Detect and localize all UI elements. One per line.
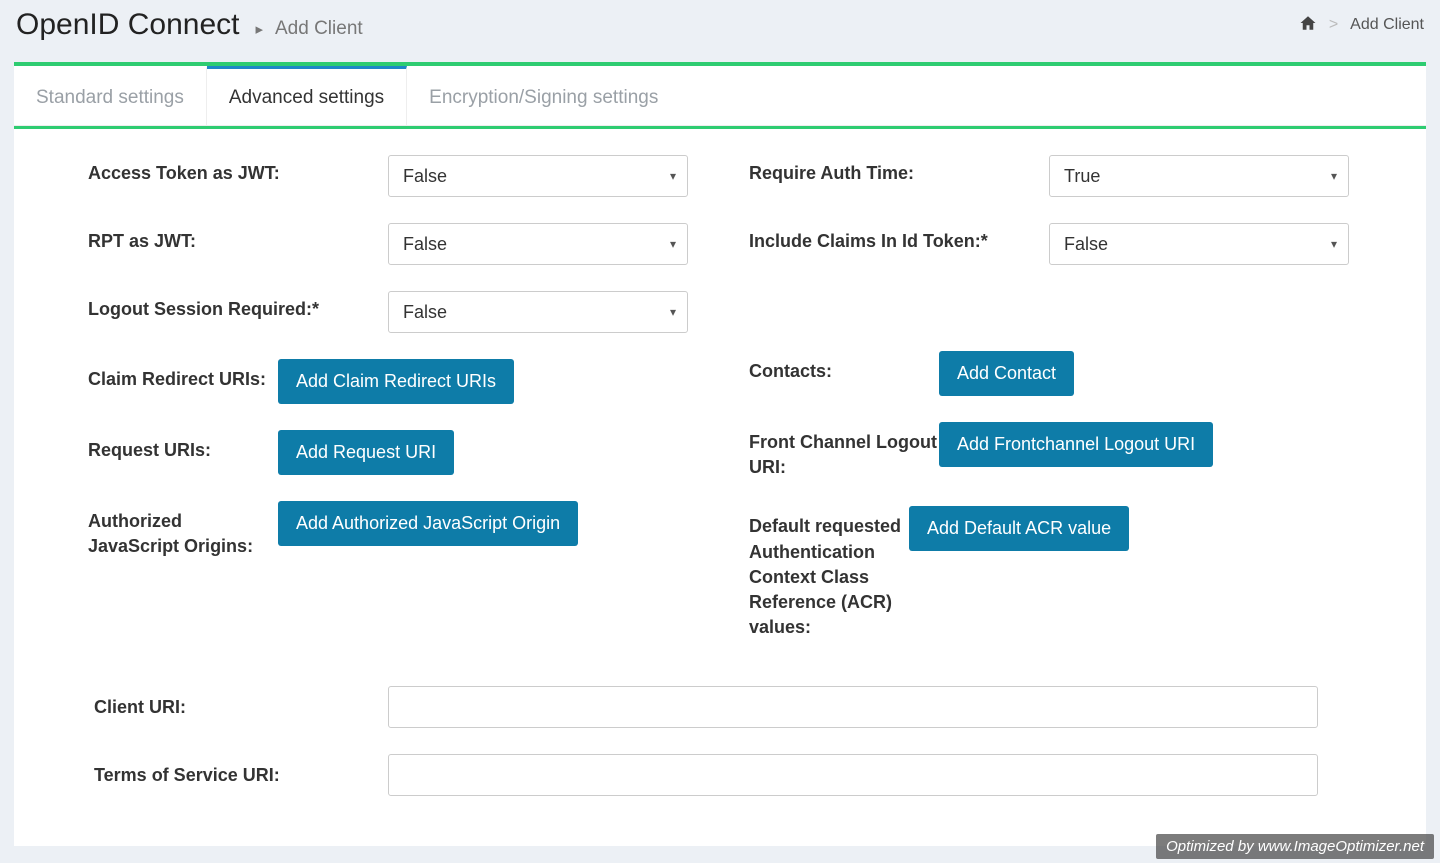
label-authorized-js: Authorized JavaScript Origins: (88, 501, 278, 559)
label-include-claims: Include Claims In Id Token:* (749, 223, 1049, 252)
add-default-acr-button[interactable]: Add Default ACR value (909, 506, 1129, 551)
label-logout-session: Logout Session Required:* (88, 291, 388, 320)
row-front-channel: Front Channel Logout URI: Add Frontchann… (749, 422, 1370, 480)
add-request-uri-button[interactable]: Add Request URI (278, 430, 454, 475)
watermark: Optimized by www.ImageOptimizer.net (1156, 834, 1434, 859)
input-client-uri[interactable] (388, 686, 1318, 728)
label-front-channel: Front Channel Logout URI: (749, 422, 939, 480)
row-tos-uri: Terms of Service URI: (88, 754, 1370, 796)
input-tos-uri[interactable] (388, 754, 1318, 796)
label-default-acr: Default requested Authentication Context… (749, 506, 909, 640)
row-request-uris: Request URIs: Add Request URI (88, 430, 709, 475)
columns: Access Token as JWT: False RPT as JWT: F… (88, 155, 1370, 666)
breadcrumb: > Add Client (1299, 14, 1424, 37)
add-frontchannel-logout-button[interactable]: Add Frontchannel Logout URI (939, 422, 1213, 467)
right-column: Require Auth Time: True Include Claims I… (749, 155, 1370, 666)
label-contacts: Contacts: (749, 351, 939, 384)
row-authorized-js: Authorized JavaScript Origins: Add Autho… (88, 501, 709, 559)
title-wrap: OpenID Connect ▸ Add Client (16, 8, 363, 42)
label-access-token-jwt: Access Token as JWT: (88, 155, 388, 184)
select-rpt-jwt[interactable]: False (388, 223, 688, 265)
select-require-auth-time[interactable]: True (1049, 155, 1349, 197)
page-subtitle: Add Client (275, 18, 363, 40)
label-rpt-jwt: RPT as JWT: (88, 223, 388, 252)
breadcrumb-current: Add Client (1350, 16, 1424, 34)
tab-standard[interactable]: Standard settings (14, 66, 207, 125)
row-access-token-jwt: Access Token as JWT: False (88, 155, 709, 197)
label-tos-uri: Terms of Service URI: (88, 765, 388, 786)
label-claim-redirect: Claim Redirect URIs: (88, 359, 278, 392)
label-require-auth-time: Require Auth Time: (749, 155, 1049, 184)
caret-icon: ▸ (255, 20, 263, 38)
row-include-claims: Include Claims In Id Token:* False (749, 223, 1370, 265)
select-include-claims[interactable]: False (1049, 223, 1349, 265)
select-logout-session[interactable]: False (388, 291, 688, 333)
tab-advanced[interactable]: Advanced settings (207, 66, 407, 125)
page-title: OpenID Connect (16, 8, 239, 42)
page-header: OpenID Connect ▸ Add Client > Add Client (0, 0, 1440, 54)
row-default-acr: Default requested Authentication Context… (749, 506, 1370, 640)
add-claim-redirect-button[interactable]: Add Claim Redirect URIs (278, 359, 514, 404)
row-client-uri: Client URI: (88, 686, 1370, 728)
main-panel: Standard settings Advanced settings Encr… (14, 62, 1426, 846)
select-access-token-jwt[interactable]: False (388, 155, 688, 197)
label-client-uri: Client URI: (88, 697, 388, 718)
row-rpt-jwt: RPT as JWT: False (88, 223, 709, 265)
row-contacts: Contacts: Add Contact (749, 351, 1370, 396)
row-require-auth-time: Require Auth Time: True (749, 155, 1370, 197)
label-request-uris: Request URIs: (88, 430, 278, 463)
tab-encryption[interactable]: Encryption/Signing settings (407, 66, 680, 125)
form-area: Access Token as JWT: False RPT as JWT: F… (14, 129, 1426, 846)
add-authorized-js-button[interactable]: Add Authorized JavaScript Origin (278, 501, 578, 546)
home-icon[interactable] (1299, 14, 1317, 37)
row-claim-redirect: Claim Redirect URIs: Add Claim Redirect … (88, 359, 709, 404)
left-column: Access Token as JWT: False RPT as JWT: F… (88, 155, 709, 666)
row-logout-session: Logout Session Required:* False (88, 291, 709, 333)
add-contact-button[interactable]: Add Contact (939, 351, 1074, 396)
tabs: Standard settings Advanced settings Encr… (14, 66, 1426, 126)
breadcrumb-separator: > (1329, 16, 1338, 34)
